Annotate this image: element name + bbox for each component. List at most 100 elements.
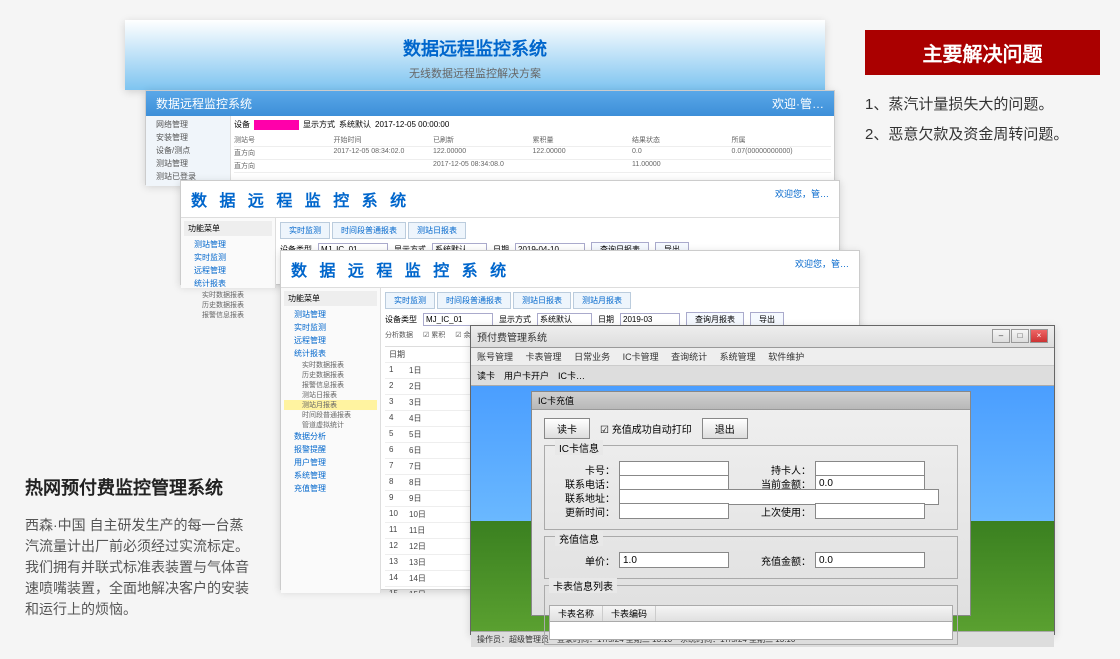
fieldset-title: 充值信息 [555, 531, 603, 546]
window-2-tree[interactable]: 网络管理 安装管理 设备/测点 测站管理 测站已登录 [146, 116, 231, 186]
amount-input[interactable] [815, 552, 925, 568]
menu-iccard[interactable]: IC卡管理 [623, 352, 659, 362]
tree-title: 功能菜单 [284, 291, 377, 306]
window-title: 预付费管理系统 [477, 329, 547, 344]
product-title: 热网预付费监控管理系统 [25, 474, 255, 500]
auto-print-checkbox[interactable]: ☑ 充值成功自动打印 [600, 421, 692, 436]
col-code: 卡表编码 [603, 606, 656, 621]
label: 单价： [555, 553, 615, 568]
tree-sub[interactable]: 管道虚拟统计 [284, 420, 377, 430]
tree-sub[interactable]: 实时数据报表 [284, 360, 377, 370]
label: 系统默认 [339, 119, 371, 130]
menu-daily[interactable]: 日常业务 [574, 352, 610, 362]
window-3-header: 数 据 远 程 监 控 系 统 欢迎您，管… [181, 181, 839, 218]
window-3-welcome: 欢迎您，管… [775, 187, 829, 211]
device-field[interactable] [254, 120, 299, 130]
window-3-tree: 功能菜单 测站管理 实时监测 远程管理 统计报表 实时数据报表 历史数据报表 报… [181, 218, 276, 288]
minimize-button[interactable]: – [992, 329, 1010, 343]
tree-sub[interactable]: 测站日报表 [284, 390, 377, 400]
tree-node[interactable]: 统计报表 [184, 277, 272, 290]
tree-node[interactable]: 测站管理 [284, 308, 377, 321]
problems-list: 1、蒸汽计量损失大的问题。 2、恶意欠款及资金周转问题。 [865, 90, 1100, 150]
window-2: 数据远程监控系统 欢迎·管… 网络管理 安装管理 设备/测点 测站管理 测站已登… [145, 90, 835, 185]
label: 2017-12-05 00:00:00 [375, 120, 449, 129]
tree-sub[interactable]: 历史数据报表 [184, 300, 272, 310]
tree-node[interactable]: 充值管理 [284, 482, 377, 495]
tree-node[interactable]: 远程管理 [284, 334, 377, 347]
window-3-title: 数 据 远 程 监 控 系 统 [191, 187, 410, 211]
tree-node[interactable]: 统计报表 [284, 347, 377, 360]
meter-list-fieldset: 卡表信息列表 卡表名称 卡表编码 [544, 585, 958, 645]
window-4-tree: 功能菜单 测站管理 实时监测 远程管理 统计报表 实时数据报表 历史数据报表 报… [281, 288, 381, 593]
problem-2: 2、恶意欠款及资金周转问题。 [865, 120, 1100, 150]
tab-period-report[interactable]: 时间段普通报表 [437, 292, 511, 309]
menu-system[interactable]: 系统管理 [720, 352, 756, 362]
col-name: 卡表名称 [550, 606, 603, 621]
label: 显示方式 [499, 314, 531, 325]
read-card-button[interactable]: 读卡 [544, 418, 590, 439]
menubar: 账号管理 卡表管理 日常业务 IC卡管理 查询统计 系统管理 软件维护 [471, 348, 1054, 366]
window-titlebar: 预付费管理系统 – □ × [471, 326, 1054, 348]
tree-sub[interactable]: 实时数据报表 [184, 290, 272, 300]
tree-sub[interactable]: 历史数据报表 [284, 370, 377, 380]
tree-node[interactable]: 数据分析 [284, 430, 377, 443]
banner-title: 数据远程监控系统 [125, 20, 825, 61]
menu-meter[interactable]: 卡表管理 [526, 352, 562, 362]
product-description: 热网预付费监控管理系统 西森·中国 自主研发生产的每一台蒸汽流量计出厂前必须经过… [25, 474, 255, 620]
tree-item[interactable]: 安装管理 [148, 131, 228, 144]
tree-node[interactable]: 用户管理 [284, 456, 377, 469]
tab-period-report[interactable]: 时间段普通报表 [332, 222, 406, 239]
window-4-header: 数 据 远 程 监 控 系 统 欢迎您，管… [281, 251, 859, 288]
tree-item[interactable]: 网络管理 [148, 118, 228, 131]
label: 更新时间： [555, 504, 615, 519]
tree-sub[interactable]: 报警信息报表 [184, 310, 272, 320]
menu-query[interactable]: 查询统计 [671, 352, 707, 362]
meter-table-header: 卡表名称 卡表编码 [550, 606, 952, 622]
price-input[interactable] [619, 552, 729, 568]
tree-node[interactable]: 测站管理 [184, 238, 272, 251]
tab-daily-report[interactable]: 测站日报表 [513, 292, 571, 309]
update-time-input[interactable] [619, 503, 729, 519]
tree-node[interactable]: 远程管理 [184, 264, 272, 277]
tree-node[interactable]: 实时监测 [284, 321, 377, 334]
table-row[interactable]: 直方向 2017-12-05 08:34:08.0 11.00000 [234, 160, 831, 173]
menu-maintain[interactable]: 软件维护 [768, 352, 804, 362]
maximize-button[interactable]: □ [1011, 329, 1029, 343]
product-desc: 西森·中国 自主研发生产的每一台蒸汽流量计出厂前必须经过实流标定。我们拥有并联式… [25, 515, 255, 620]
last-use-input[interactable] [815, 503, 925, 519]
tab-monthly-report[interactable]: 测站月报表 [573, 292, 631, 309]
tree-item[interactable]: 设备/测点 [148, 144, 228, 157]
table-row[interactable]: 直方向 2017-12-05 08:34:02.0 122.00000 122.… [234, 147, 831, 160]
dialog-top-row: 读卡 ☑ 充值成功自动打印 退出 [544, 418, 958, 439]
tab-daily-report[interactable]: 测站日报表 [408, 222, 466, 239]
tree-sub[interactable]: 时间段普通报表 [284, 410, 377, 420]
tree-item[interactable]: 测站管理 [148, 157, 228, 170]
banner-subtitle: 无线数据远程监控解决方案 [125, 65, 825, 81]
label: 设备类型 [385, 314, 417, 325]
table-header-row: 测站号 开始时间 已刷新 累积量 结果状态 所属 [234, 134, 831, 147]
chk[interactable]: ☑ 累积 [423, 330, 445, 340]
tree-node[interactable]: 报警提醒 [284, 443, 377, 456]
tab-realtime[interactable]: 实时监测 [280, 222, 330, 239]
window-controls: – □ × [992, 329, 1048, 344]
window-2-title: 数据远程监控系统 [156, 95, 252, 112]
window-2-toolbar: 设备 显示方式 系统默认 2017-12-05 00:00:00 [234, 119, 831, 130]
window-2-header: 数据远程监控系统 欢迎·管… [146, 91, 834, 116]
label: 日期 [598, 314, 614, 325]
exit-button[interactable]: 退出 [702, 418, 748, 439]
recharge-dialog: IC卡充值 读卡 ☑ 充值成功自动打印 退出 IC卡信息 卡号： 持卡人： 联系… [531, 391, 971, 616]
window-2-main: 设备 显示方式 系统默认 2017-12-05 00:00:00 测站号 开始时… [231, 116, 834, 186]
tab-realtime[interactable]: 实时监测 [385, 292, 435, 309]
toolbar: 读卡 用户卡开户 IC卡… [471, 366, 1054, 386]
label: 设备 [234, 119, 250, 130]
tree-title: 功能菜单 [184, 221, 272, 236]
tabs: 实时监测 时间段普通报表 测站日报表 [280, 222, 835, 239]
chk[interactable]: 分析数据 [385, 330, 413, 340]
close-button[interactable]: × [1030, 329, 1048, 343]
window-2-table: 测站号 开始时间 已刷新 累积量 结果状态 所属 直方向 2017-12-05 … [234, 134, 831, 173]
menu-account[interactable]: 账号管理 [477, 352, 513, 362]
tree-node[interactable]: 实时监测 [184, 251, 272, 264]
tree-sub[interactable]: 报警信息报表 [284, 380, 377, 390]
tree-node[interactable]: 系统管理 [284, 469, 377, 482]
tree-sub-monthly[interactable]: 测站月报表 [284, 400, 377, 410]
